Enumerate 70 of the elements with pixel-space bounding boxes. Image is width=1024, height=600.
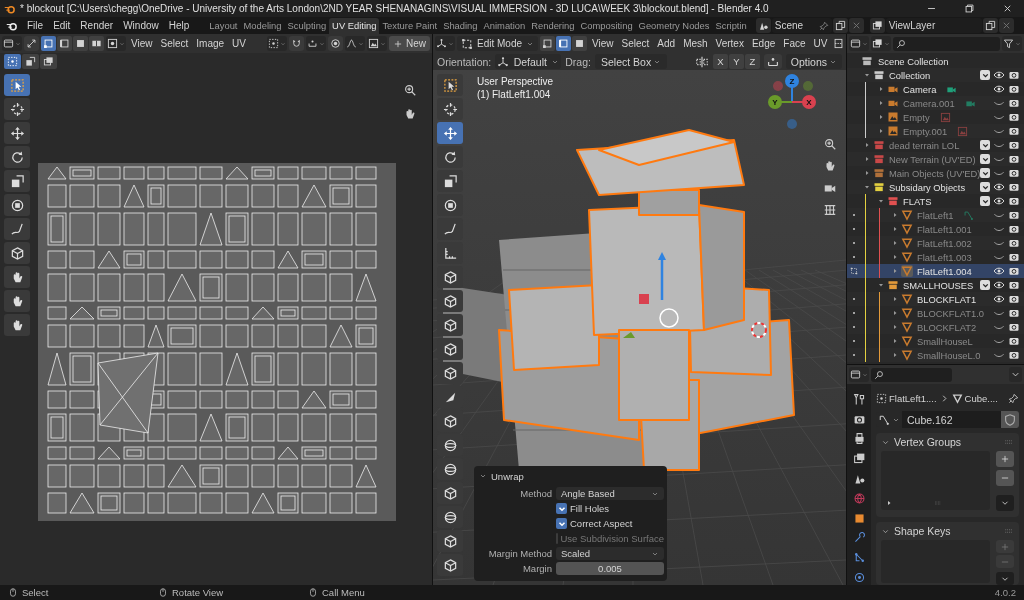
axis-handle[interactable]: X [802,95,816,109]
menu-item[interactable]: Render [75,17,119,34]
viewport-info-text: User Perspective [477,75,554,88]
menu-item[interactable]: Edit [48,17,76,34]
menu-item[interactable]: Image [193,35,228,52]
field-label: Margin [521,563,552,574]
workspace-tab[interactable]: Animation [480,17,529,34]
menu-item[interactable]: Mesh [680,35,711,52]
workspace-tab[interactable]: UV Editing [329,17,380,34]
field-label: Margin Method [487,548,552,559]
checkbox-option: Use Subdivision Surface [556,532,664,545]
status-hint: Call Menu [322,587,365,598]
workspace-tab[interactable]: Compositing [577,17,636,34]
outliner-row[interactable]: Main Objects (UV'ED) [847,166,1024,180]
axis-toggle[interactable]: Y [728,54,744,69]
version-label: 4.0.2 [994,587,1016,598]
orientation-label: Orientation: [437,55,492,68]
menu-item[interactable]: Help [163,17,195,34]
view-layer-field[interactable]: ViewLayer [885,18,982,33]
field-label: Method [519,488,552,499]
menu-item[interactable]: View [128,35,156,52]
mode-dropdown[interactable]: Edit Mode [457,36,539,51]
method-dropdown[interactable]: Angle Based [556,487,664,500]
viewport-info-text: (1) FlatLeft1.004 [477,88,552,101]
checkbox-option[interactable]: Fill Holes [556,502,664,515]
menu-item[interactable]: View [589,35,617,52]
axis-toggle[interactable]: Z [744,54,760,69]
orientation-dropdown[interactable]: Default [495,54,562,69]
mesh-name-field[interactable]: Cube.162 [902,411,1001,428]
menu-item[interactable]: UV [810,35,831,52]
outliner-row[interactable]: Scene Collection [847,54,1024,68]
new-image-button[interactable]: New [389,36,430,51]
status-hint: Select [22,587,49,598]
margin-field[interactable]: 0.005 [556,562,664,575]
workspace-tab[interactable]: Modeling [240,17,285,34]
outliner-row[interactable]: FlatLeft1.004 [847,264,1024,278]
menu-item[interactable]: UV [229,35,249,52]
menu-item[interactable]: Vertex [712,35,747,52]
workspace-tab[interactable]: Geometry Nodes [635,17,713,34]
window-title: * blockout [C:\Users\chegg\OneDrive - University of the Arts London\2ND YEAR SHENANAGINS\VISUAL IMMERSION - 3D LUCA\WEEK 3\blockout.blend] - Blender 4.0 [20,3,769,14]
navigation-gizmo[interactable]: Z Y X [768,74,816,129]
workspace-tab[interactable]: Shading [440,17,481,34]
panel-title: Vertex Groups [894,436,962,448]
checkbox-option[interactable]: Correct Aspect [556,517,664,530]
options-dropdown[interactable]: Options [785,54,842,69]
panel-title: Unwrap [491,470,524,482]
axis-handle[interactable]: Z [785,74,799,88]
scene-field[interactable]: Scene [771,18,832,33]
menu-item[interactable]: Edge [748,35,779,52]
menu-item[interactable]: Window [118,17,164,34]
breadcrumb-item: Cube.... [964,392,998,404]
menu-item[interactable]: Select [618,35,653,52]
workspace-tab[interactable]: Layout [206,17,241,34]
drag-label: Drag: [565,55,591,68]
breadcrumb-item: FlatLeft1.... [889,392,937,404]
menu-item[interactable]: Add [654,35,679,52]
menu-item[interactable]: Face [780,35,809,52]
axis-handle[interactable]: Y [768,95,782,109]
workspace-tab[interactable]: Texture Paint [379,17,441,34]
status-hint: Rotate View [172,587,224,598]
workspace-tab[interactable]: Sculpting [284,17,330,34]
margin-method-dropdown[interactable]: Scaled [556,547,664,560]
axis-toggle[interactable]: X [712,54,728,69]
workspace-tab[interactable]: Scriptin [712,17,750,34]
workspace-tab[interactable]: Rendering [528,17,578,34]
panel-title: Shape Keys [894,525,951,537]
drag-dropdown[interactable]: Select Box [594,54,668,69]
menu-item[interactable]: File [22,17,49,34]
outliner-row[interactable]: dead terrain LOL [847,138,1024,152]
menu-item[interactable]: Select [157,35,192,52]
